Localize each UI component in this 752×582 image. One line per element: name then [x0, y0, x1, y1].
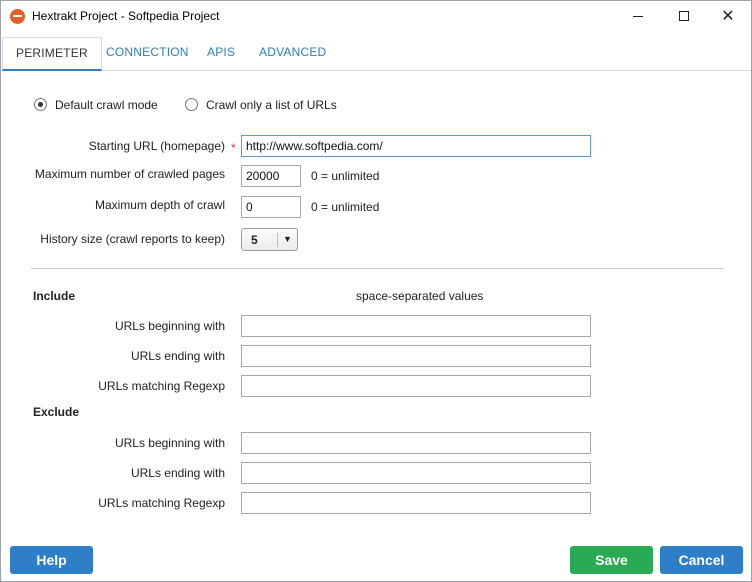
history-size-select[interactable]: 5 ▼	[241, 228, 298, 251]
exclude-beginning-input[interactable]	[241, 432, 591, 454]
list-crawl-radio[interactable]	[185, 98, 198, 111]
starting-url-input[interactable]	[241, 135, 591, 157]
exclude-regexp-input[interactable]	[241, 492, 591, 514]
maximize-button[interactable]	[661, 1, 707, 31]
close-icon: ✕	[721, 6, 735, 25]
include-beginning-input[interactable]	[241, 315, 591, 337]
tab-bar: PERIMETER CONNECTION APIS ADVANCED	[1, 37, 751, 71]
minimize-icon	[633, 15, 643, 17]
project-dialog: Hextrakt Project - Softpedia Project ✕ P…	[0, 0, 752, 582]
window-title: Hextrakt Project - Softpedia Project	[32, 9, 220, 23]
tab-connection[interactable]: CONNECTION	[106, 37, 189, 71]
include-beginning-label: URLs beginning with	[114, 319, 225, 333]
max-pages-input[interactable]	[241, 165, 301, 187]
tab-perimeter[interactable]: PERIMETER	[2, 37, 102, 71]
list-crawl-label[interactable]: Crawl only a list of URLs	[206, 98, 337, 112]
close-button[interactable]: ✕	[705, 1, 751, 31]
title-bar[interactable]: Hextrakt Project - Softpedia Project ✕	[1, 1, 751, 31]
include-regexp-input[interactable]	[241, 375, 591, 397]
max-pages-hint: 0 = unlimited	[311, 169, 380, 183]
help-button[interactable]: Help	[10, 546, 93, 574]
starting-url-label: Starting URL (homepage)	[88, 139, 225, 153]
max-pages-label: Maximum number of crawled pages	[34, 167, 225, 181]
exclude-beginning-label: URLs beginning with	[114, 436, 225, 450]
include-regexp-label: URLs matching Regexp	[98, 379, 225, 393]
section-divider	[31, 268, 724, 269]
exclude-regexp-label: URLs matching Regexp	[98, 496, 225, 510]
default-crawl-label[interactable]: Default crawl mode	[55, 98, 158, 112]
hextrakt-logo-icon	[10, 9, 25, 24]
save-button[interactable]: Save	[570, 546, 653, 574]
tab-advanced[interactable]: ADVANCED	[259, 37, 326, 71]
max-depth-label: Maximum depth of crawl	[94, 198, 225, 212]
include-hint: space-separated values	[356, 289, 484, 303]
dropdown-arrow-icon: ▼	[283, 234, 292, 244]
include-heading: Include	[33, 289, 76, 303]
required-mark: *	[231, 141, 236, 155]
select-separator	[277, 233, 278, 247]
exclude-ending-input[interactable]	[241, 462, 591, 484]
minimize-button[interactable]	[615, 1, 661, 31]
maximize-icon	[679, 11, 689, 21]
tab-apis[interactable]: APIS	[207, 37, 235, 71]
exclude-heading: Exclude	[33, 405, 80, 419]
default-crawl-radio[interactable]	[34, 98, 47, 111]
cancel-button[interactable]: Cancel	[660, 546, 743, 574]
history-size-label: History size (crawl reports to keep)	[40, 232, 225, 246]
include-ending-label: URLs ending with	[130, 349, 225, 363]
max-depth-input[interactable]	[241, 196, 301, 218]
max-depth-hint: 0 = unlimited	[311, 200, 380, 214]
history-size-value: 5	[251, 233, 258, 247]
include-ending-input[interactable]	[241, 345, 591, 367]
exclude-ending-label: URLs ending with	[130, 466, 225, 480]
